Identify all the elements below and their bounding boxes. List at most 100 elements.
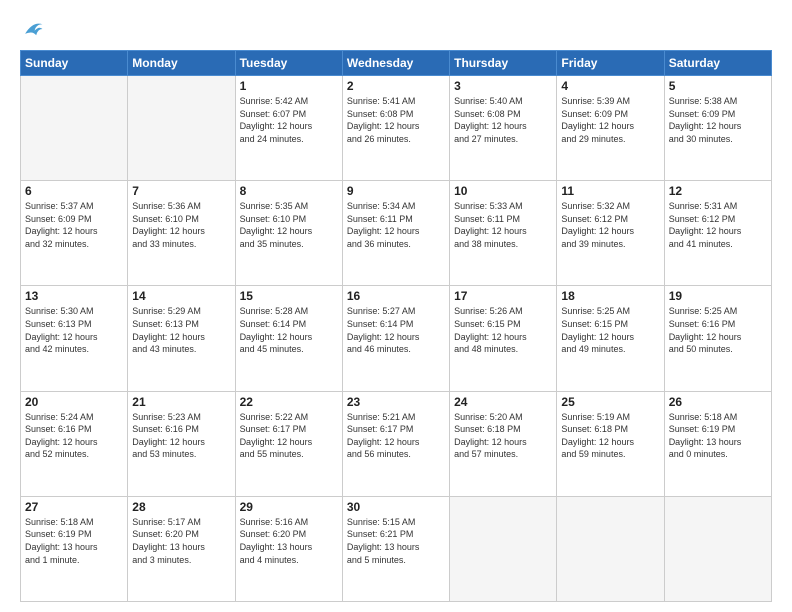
day-info: Sunrise: 5:22 AM Sunset: 6:17 PM Dayligh… [240, 411, 338, 461]
calendar-cell: 26 Sunrise: 5:18 AM Sunset: 6:19 PM Dayli… [664, 391, 771, 496]
weekday-header-cell: Sunday [21, 51, 128, 76]
day-number: 3 [454, 79, 552, 93]
day-number: 20 [25, 395, 123, 409]
calendar-cell: 7 Sunrise: 5:36 AM Sunset: 6:10 PM Daylig… [128, 181, 235, 286]
day-number: 22 [240, 395, 338, 409]
header [20, 18, 772, 40]
calendar-cell: 17 Sunrise: 5:26 AM Sunset: 6:15 PM Dayli… [450, 286, 557, 391]
calendar-table: SundayMondayTuesdayWednesdayThursdayFrid… [20, 50, 772, 602]
day-info: Sunrise: 5:30 AM Sunset: 6:13 PM Dayligh… [25, 305, 123, 355]
day-number: 17 [454, 289, 552, 303]
logo [20, 18, 44, 40]
day-number: 25 [561, 395, 659, 409]
day-info: Sunrise: 5:28 AM Sunset: 6:14 PM Dayligh… [240, 305, 338, 355]
day-number: 27 [25, 500, 123, 514]
logo-icon [22, 18, 44, 40]
weekday-header-cell: Saturday [664, 51, 771, 76]
day-info: Sunrise: 5:27 AM Sunset: 6:14 PM Dayligh… [347, 305, 445, 355]
calendar-cell: 25 Sunrise: 5:19 AM Sunset: 6:18 PM Dayli… [557, 391, 664, 496]
calendar-cell: 18 Sunrise: 5:25 AM Sunset: 6:15 PM Dayli… [557, 286, 664, 391]
day-number: 8 [240, 184, 338, 198]
calendar-cell: 20 Sunrise: 5:24 AM Sunset: 6:16 PM Dayli… [21, 391, 128, 496]
day-number: 9 [347, 184, 445, 198]
calendar-cell: 12 Sunrise: 5:31 AM Sunset: 6:12 PM Dayli… [664, 181, 771, 286]
day-number: 13 [25, 289, 123, 303]
calendar-cell: 3 Sunrise: 5:40 AM Sunset: 6:08 PM Daylig… [450, 76, 557, 181]
calendar-cell: 10 Sunrise: 5:33 AM Sunset: 6:11 PM Dayli… [450, 181, 557, 286]
calendar-cell: 29 Sunrise: 5:16 AM Sunset: 6:20 PM Dayli… [235, 496, 342, 601]
day-number: 6 [25, 184, 123, 198]
day-number: 4 [561, 79, 659, 93]
day-info: Sunrise: 5:21 AM Sunset: 6:17 PM Dayligh… [347, 411, 445, 461]
day-number: 16 [347, 289, 445, 303]
day-number: 11 [561, 184, 659, 198]
calendar-cell: 8 Sunrise: 5:35 AM Sunset: 6:10 PM Daylig… [235, 181, 342, 286]
day-number: 14 [132, 289, 230, 303]
day-number: 1 [240, 79, 338, 93]
calendar-cell [450, 496, 557, 601]
day-info: Sunrise: 5:26 AM Sunset: 6:15 PM Dayligh… [454, 305, 552, 355]
day-info: Sunrise: 5:23 AM Sunset: 6:16 PM Dayligh… [132, 411, 230, 461]
calendar-cell: 15Sunrise: 5:28 AM Sunset: 6:14 PM Dayli… [235, 286, 342, 391]
calendar-cell: 11 Sunrise: 5:32 AM Sunset: 6:12 PM Dayli… [557, 181, 664, 286]
calendar-cell: 1 Sunrise: 5:42 AM Sunset: 6:07 PM Daylig… [235, 76, 342, 181]
calendar-cell: 19 Sunrise: 5:25 AM Sunset: 6:16 PM Dayli… [664, 286, 771, 391]
day-number: 12 [669, 184, 767, 198]
day-number: 19 [669, 289, 767, 303]
day-info: Sunrise: 5:33 AM Sunset: 6:11 PM Dayligh… [454, 200, 552, 250]
day-number: 21 [132, 395, 230, 409]
day-info: Sunrise: 5:35 AM Sunset: 6:10 PM Dayligh… [240, 200, 338, 250]
page: SundayMondayTuesdayWednesdayThursdayFrid… [0, 0, 792, 612]
day-info: Sunrise: 5:36 AM Sunset: 6:10 PM Dayligh… [132, 200, 230, 250]
weekday-header-cell: Wednesday [342, 51, 449, 76]
day-number: 28 [132, 500, 230, 514]
calendar-cell: 30Sunrise: 5:15 AM Sunset: 6:21 PM Dayli… [342, 496, 449, 601]
weekday-header-cell: Friday [557, 51, 664, 76]
weekday-header-cell: Monday [128, 51, 235, 76]
day-number: 26 [669, 395, 767, 409]
day-info: Sunrise: 5:32 AM Sunset: 6:12 PM Dayligh… [561, 200, 659, 250]
day-info: Sunrise: 5:25 AM Sunset: 6:16 PM Dayligh… [669, 305, 767, 355]
day-number: 7 [132, 184, 230, 198]
day-info: Sunrise: 5:29 AM Sunset: 6:13 PM Dayligh… [132, 305, 230, 355]
calendar-cell: 27 Sunrise: 5:18 AM Sunset: 6:19 PM Dayli… [21, 496, 128, 601]
day-info: Sunrise: 5:20 AM Sunset: 6:18 PM Dayligh… [454, 411, 552, 461]
calendar-cell: 24 Sunrise: 5:20 AM Sunset: 6:18 PM Dayli… [450, 391, 557, 496]
day-number: 23 [347, 395, 445, 409]
calendar-cell: 23 Sunrise: 5:21 AM Sunset: 6:17 PM Dayli… [342, 391, 449, 496]
calendar-cell [128, 76, 235, 181]
calendar-cell: 21 Sunrise: 5:23 AM Sunset: 6:16 PM Dayli… [128, 391, 235, 496]
calendar-cell: 22 Sunrise: 5:22 AM Sunset: 6:17 PM Dayli… [235, 391, 342, 496]
calendar-cell: 16 Sunrise: 5:27 AM Sunset: 6:14 PM Dayli… [342, 286, 449, 391]
day-number: 24 [454, 395, 552, 409]
calendar-cell [21, 76, 128, 181]
day-info: Sunrise: 5:38 AM Sunset: 6:09 PM Dayligh… [669, 95, 767, 145]
calendar-cell: 14 Sunrise: 5:29 AM Sunset: 6:13 PM Dayli… [128, 286, 235, 391]
day-info: Sunrise: 5:17 AM Sunset: 6:20 PM Dayligh… [132, 516, 230, 566]
calendar-cell: 2Sunrise: 5:41 AM Sunset: 6:08 PM Daylig… [342, 76, 449, 181]
calendar-cell [664, 496, 771, 601]
day-info: Sunrise: 5:19 AM Sunset: 6:18 PM Dayligh… [561, 411, 659, 461]
day-info: Sunrise: 5:40 AM Sunset: 6:08 PM Dayligh… [454, 95, 552, 145]
weekday-header-cell: Tuesday [235, 51, 342, 76]
day-number: 29 [240, 500, 338, 514]
calendar-cell [557, 496, 664, 601]
day-info: Sunrise: 5:25 AM Sunset: 6:15 PM Dayligh… [561, 305, 659, 355]
day-info: Sunrise: 5:31 AM Sunset: 6:12 PM Dayligh… [669, 200, 767, 250]
day-info: Sunrise: 5:37 AM Sunset: 6:09 PM Dayligh… [25, 200, 123, 250]
day-info: Sunrise: 5:15 AM Sunset: 6:21 PM Dayligh… [347, 516, 445, 566]
calendar-cell: 5 Sunrise: 5:38 AM Sunset: 6:09 PM Daylig… [664, 76, 771, 181]
day-info: Sunrise: 5:18 AM Sunset: 6:19 PM Dayligh… [669, 411, 767, 461]
day-number: 10 [454, 184, 552, 198]
weekday-header-cell: Thursday [450, 51, 557, 76]
calendar-cell: 4Sunrise: 5:39 AM Sunset: 6:09 PM Daylig… [557, 76, 664, 181]
calendar-cell: 6 Sunrise: 5:37 AM Sunset: 6:09 PM Daylig… [21, 181, 128, 286]
day-info: Sunrise: 5:18 AM Sunset: 6:19 PM Dayligh… [25, 516, 123, 566]
day-number: 18 [561, 289, 659, 303]
day-number: 5 [669, 79, 767, 93]
day-info: Sunrise: 5:16 AM Sunset: 6:20 PM Dayligh… [240, 516, 338, 566]
day-info: Sunrise: 5:24 AM Sunset: 6:16 PM Dayligh… [25, 411, 123, 461]
day-number: 2 [347, 79, 445, 93]
day-info: Sunrise: 5:42 AM Sunset: 6:07 PM Dayligh… [240, 95, 338, 145]
day-info: Sunrise: 5:34 AM Sunset: 6:11 PM Dayligh… [347, 200, 445, 250]
